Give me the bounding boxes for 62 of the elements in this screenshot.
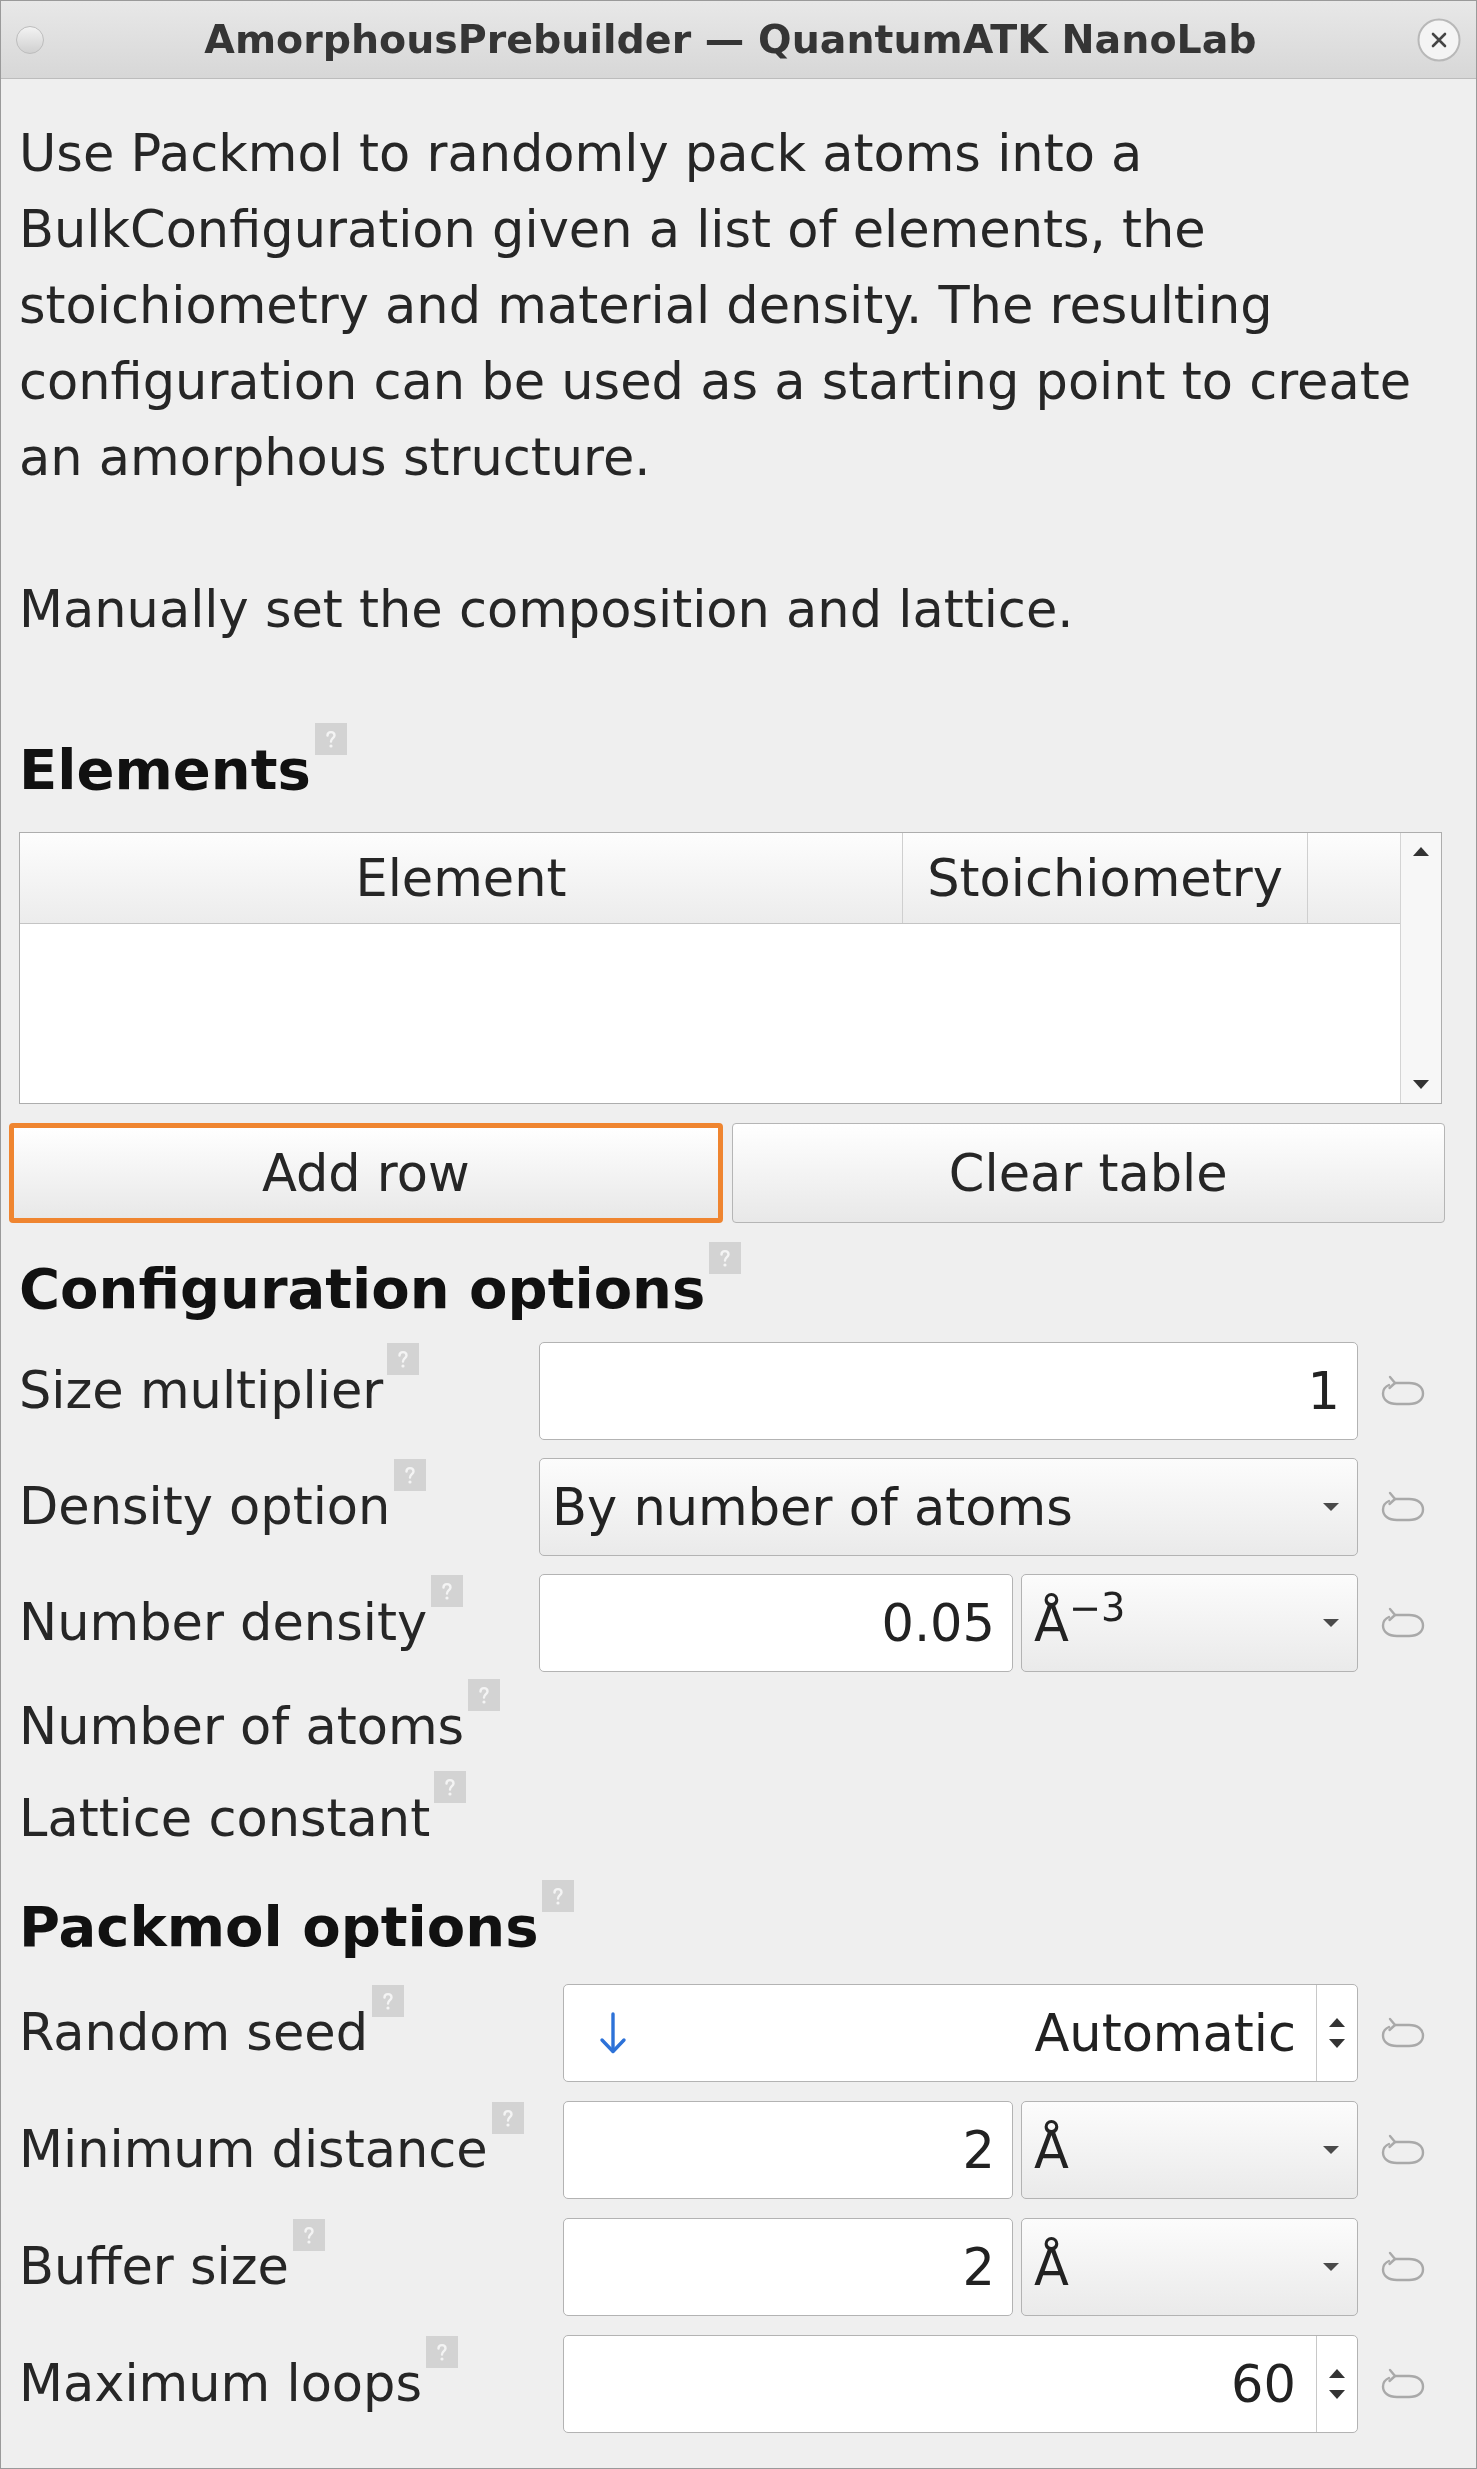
unit-dropdown[interactable]: Å$^{−3}$ bbox=[1021, 1574, 1358, 1672]
circular-arrow-icon[interactable] bbox=[1380, 2133, 1426, 2167]
window-title: AmorphousPrebuilder — QuantumATK NanoLab bbox=[204, 19, 1257, 60]
triangle-up-icon[interactable] bbox=[1329, 2018, 1345, 2027]
circular-arrow-icon[interactable] bbox=[1380, 1374, 1426, 1408]
triangle-down-icon[interactable] bbox=[1329, 2039, 1345, 2048]
dropdown[interactable]: By number of atoms bbox=[539, 1458, 1358, 1556]
help-icon[interactable] bbox=[314, 723, 347, 755]
triangle-down-icon[interactable] bbox=[1329, 2390, 1345, 2399]
column-header[interactable]: Element bbox=[20, 833, 903, 923]
table-button[interactable]: Add row bbox=[9, 1123, 723, 1223]
unit-dropdown[interactable]: Å bbox=[1021, 2218, 1358, 2316]
number-field[interactable]: 2 bbox=[563, 2218, 1013, 2316]
caret-down-icon bbox=[1323, 2263, 1339, 2271]
caret-down-icon bbox=[1323, 2146, 1339, 2154]
field-label: Lattice constant bbox=[19, 1789, 431, 1849]
help-icon[interactable] bbox=[372, 1985, 405, 2017]
triangle-up-icon[interactable] bbox=[1413, 847, 1429, 856]
section-heading: Elements bbox=[19, 736, 311, 804]
field-label: Buffer size bbox=[19, 2237, 289, 2297]
triangle-down-icon[interactable] bbox=[1413, 1080, 1429, 1089]
field-label: Size multiplier bbox=[19, 1361, 384, 1421]
description-text: Manually set the composition and lattice. bbox=[19, 579, 1075, 641]
number-field[interactable]: 2 bbox=[563, 2101, 1013, 2199]
circular-arrow-icon[interactable] bbox=[1380, 2250, 1426, 2284]
field-label: Number of atoms bbox=[19, 1697, 465, 1757]
window-menu-button[interactable] bbox=[16, 25, 44, 54]
help-icon[interactable] bbox=[468, 1679, 501, 1711]
field-label: Density option bbox=[19, 1477, 391, 1537]
help-icon[interactable] bbox=[292, 2219, 325, 2251]
circular-arrow-icon[interactable] bbox=[1380, 1606, 1426, 1640]
help-icon[interactable] bbox=[434, 1771, 467, 1803]
column-header[interactable]: Stoichiometry bbox=[903, 833, 1308, 923]
number-field[interactable]: 1 bbox=[539, 1342, 1358, 1440]
circular-arrow-icon[interactable] bbox=[1380, 2016, 1426, 2050]
caret-down-icon bbox=[1323, 1619, 1339, 1627]
unit-dropdown[interactable]: Å bbox=[1021, 2101, 1358, 2199]
close-icon[interactable] bbox=[1417, 17, 1461, 62]
circular-arrow-icon[interactable] bbox=[1380, 1490, 1426, 1524]
help-icon[interactable] bbox=[387, 1343, 420, 1375]
description-text: Use Packmol to randomly pack atoms into a BulkConfiguration given a list of elements, the stoichiometry and material density. The resulting configuration can be used as a starting point to create an amorphous structure. bbox=[19, 123, 1413, 489]
spin-box[interactable]: Automatic bbox=[563, 1984, 1358, 2082]
help-icon[interactable] bbox=[491, 2102, 524, 2134]
field-label: Maximum loops bbox=[19, 2354, 423, 2414]
spin-box[interactable]: 60 bbox=[563, 2335, 1358, 2433]
scrollbar[interactable] bbox=[1400, 833, 1441, 1103]
help-icon[interactable] bbox=[394, 1459, 427, 1491]
circular-arrow-icon[interactable] bbox=[1380, 2367, 1426, 2401]
section-heading: Packmol options bbox=[19, 1893, 539, 1961]
caret-down-icon bbox=[1323, 1503, 1339, 1511]
down-arrow-icon bbox=[598, 2012, 628, 2054]
number-field[interactable]: 0.05 bbox=[539, 1574, 1013, 1672]
help-icon[interactable] bbox=[431, 1575, 464, 1607]
help-icon[interactable] bbox=[709, 1242, 742, 1274]
help-icon[interactable] bbox=[426, 2336, 459, 2368]
help-icon[interactable] bbox=[542, 1880, 575, 1912]
field-label: Random seed bbox=[19, 2003, 369, 2063]
field-label: Number density bbox=[19, 1593, 428, 1653]
table-button[interactable]: Clear table bbox=[731, 1123, 1445, 1223]
field-label: Minimum distance bbox=[19, 2120, 488, 2180]
section-heading: Configuration options bbox=[19, 1255, 706, 1323]
triangle-up-icon[interactable] bbox=[1329, 2369, 1345, 2378]
